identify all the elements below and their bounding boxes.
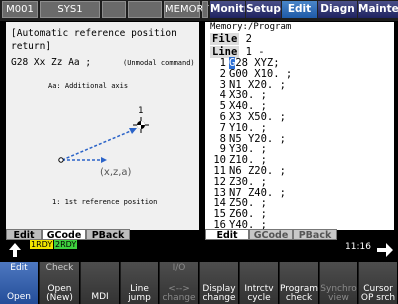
right-tab-edit[interactable]: Edit: [205, 229, 249, 241]
clock: 11:16: [345, 242, 371, 252]
top-status-bar: M001 SYS1 MEMORY Monitr Setup Edit Diagn…: [0, 0, 398, 21]
file-label: File: [210, 33, 240, 45]
reference-point-label: 1: [138, 106, 144, 116]
start-point-marker: [58, 157, 64, 163]
fkey-open-new[interactable]: Check Open (New): [40, 262, 80, 304]
fkey-program-check[interactable]: Program check: [280, 262, 319, 304]
fkey-open-label: Open: [6, 292, 32, 302]
fkey-open[interactable]: Edit Open: [0, 262, 39, 304]
right-arrow-icon[interactable]: [376, 242, 394, 258]
right-tab-pback[interactable]: PBack: [293, 229, 337, 241]
fkey-open-new-mode: Check: [45, 263, 74, 273]
status-box-small: [202, 1, 208, 18]
system-indicator: SYS1: [40, 1, 100, 18]
fkey-synchro-view[interactable]: Synchro view: [320, 262, 358, 304]
left-tab-row: Edit GCode PBack: [6, 229, 199, 241]
fkey-line-jump[interactable]: Line jump: [121, 262, 159, 304]
left-tab-pback[interactable]: PBack: [86, 229, 130, 241]
up-arrow-icon[interactable]: [8, 242, 22, 258]
status-box-blank-2: [128, 1, 162, 18]
fkey-display-change[interactable]: Display change: [200, 262, 239, 304]
status-band: 1RDY 2RDY 11:16: [0, 240, 398, 260]
reference-point-marker: [133, 117, 149, 133]
tab-maintenance[interactable]: Mainte: [357, 1, 398, 18]
program-path: Memory:/Program: [210, 22, 292, 32]
status-box-blank: [102, 1, 126, 18]
right-tab-gcode[interactable]: GCode: [249, 229, 293, 241]
path-to-reference-arrow: [61, 129, 134, 161]
memory-indicator: MEMORY: [164, 1, 209, 18]
left-tab-edit[interactable]: Edit: [6, 229, 42, 241]
fkey-open-new-label: Open (New): [46, 284, 73, 303]
guidance-panel: [Automatic reference position return] G2…: [6, 22, 199, 230]
fkey-cursor-op-search-label: Cursor OP srch: [360, 284, 396, 303]
fkey-open-mode: Edit: [10, 263, 28, 273]
function-key-bar: Edit Open Check Open (New) MDI Line jump…: [0, 262, 398, 304]
rdy1-indicator: 1RDY: [30, 240, 54, 249]
intermediate-point-label: (x,z,a): [100, 167, 132, 178]
left-tab-gcode[interactable]: GCode: [42, 229, 86, 241]
fkey-io-label: I/O: [172, 263, 186, 273]
rdy2-indicator: 2RDY: [54, 240, 78, 249]
tab-setup[interactable]: Setup: [245, 1, 281, 18]
fkey-display-change-label: Display change: [202, 284, 236, 303]
fkey-line-jump-label: Line jump: [128, 284, 151, 303]
guide-reference-note: 1: 1st reference position: [52, 198, 158, 206]
fkey-interactive-cycle[interactable]: Intrctv cycle: [240, 262, 279, 304]
file-row: File 2: [210, 33, 252, 45]
file-value: 2: [245, 33, 252, 45]
machine-indicator: M001: [2, 1, 38, 18]
fkey-mdi[interactable]: MDI: [81, 262, 120, 304]
arrowhead-to-reference: [129, 128, 137, 134]
right-tab-row: Edit GCode PBack: [205, 229, 394, 241]
fkey-interactive-cycle-label: Intrctv cycle: [244, 284, 274, 303]
fkey-change-label: <--> change: [162, 284, 196, 303]
fkey-cursor-op-search[interactable]: Cursor OP srch: [359, 262, 398, 304]
tab-edit[interactable]: Edit: [281, 1, 317, 18]
tab-monitor[interactable]: Monitr: [209, 1, 249, 18]
program-edit-panel: Memory:/Program File 2 Line 1 - 1 G28 XYZ…: [205, 22, 394, 231]
fkey-program-check-label: Program check: [280, 284, 318, 303]
fkey-mdi-label: MDI: [91, 292, 109, 302]
arrowhead-to-intermediate: [101, 157, 107, 163]
tab-diagnosis[interactable]: Diagn: [317, 1, 357, 18]
fkey-synchro-view-label: Synchro view: [320, 284, 357, 303]
fkey-io-change[interactable]: I/O <--> change: [160, 262, 199, 304]
